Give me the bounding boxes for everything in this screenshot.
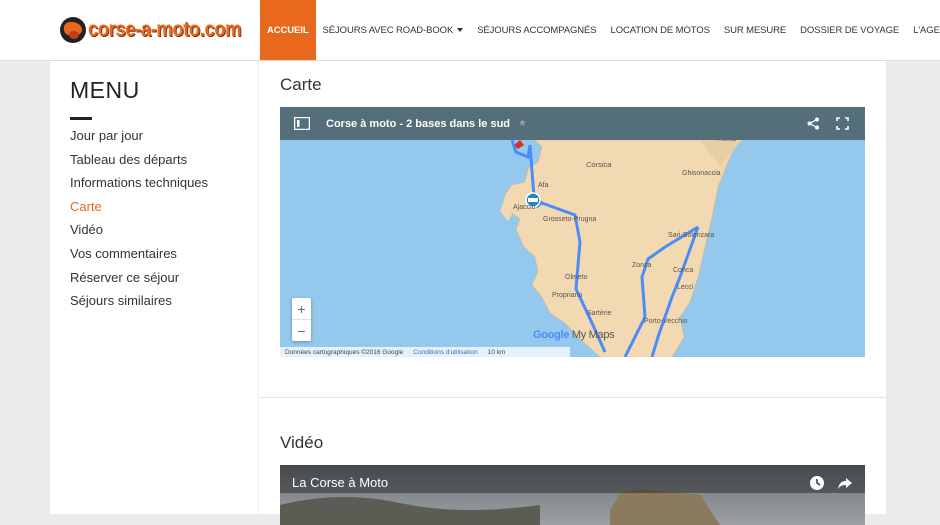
- sidebar-item-sejours-similaires[interactable]: Séjours similaires: [70, 289, 208, 313]
- sidebar-item-informations-techniques[interactable]: Informations techniques: [70, 171, 208, 195]
- map-label-conca: Conca: [673, 267, 693, 274]
- nav-item-agence[interactable]: L'AGENCE: [906, 0, 940, 60]
- nav-label: SÉJOURS ACCOMPAGNÉS: [477, 24, 597, 36]
- zoom-out-button[interactable]: −: [292, 319, 311, 341]
- map-scale: 10 km: [487, 348, 506, 356]
- map-label-sari-solenzara: Sari-Solenzara: [668, 232, 714, 239]
- nav-item-sur-mesure[interactable]: SUR MESURE: [717, 0, 793, 60]
- sidebar-item-jour-par-jour[interactable]: Jour par jour: [70, 124, 208, 148]
- mymaps-logo-text: My Maps: [571, 329, 615, 341]
- nav-label: SÉJOURS AVEC ROAD-BOOK: [322, 24, 454, 36]
- video-thumbnail: [280, 465, 865, 525]
- site-logo[interactable]: corse-a-moto.com: [60, 14, 262, 46]
- map-attribution: Données cartographiques ©2016 Google: [285, 348, 404, 356]
- zoom-in-button[interactable]: +: [292, 298, 311, 319]
- share-icon[interactable]: [837, 475, 853, 496]
- sidebar-item-carte[interactable]: Carte: [70, 195, 208, 219]
- google-logo-text: Google: [533, 329, 570, 341]
- sidebar-item-tableau-departs[interactable]: Tableau des départs: [70, 148, 208, 172]
- nav-label: LOCATION DE MOTOS: [610, 24, 710, 36]
- map-label-afa: Afa: [538, 182, 549, 189]
- logo-text: corse-a-moto.com: [88, 18, 242, 41]
- zoom-control: + −: [292, 298, 311, 341]
- map-label-sartene: Sartène: [587, 310, 612, 317]
- map-label-ghisonaccia: Ghisonaccia: [682, 170, 721, 177]
- map-label-zonza: Zonza: [632, 262, 652, 269]
- map-label-porto-vecchio: Porto-Vecchio: [644, 318, 688, 325]
- map-label-propriano: Propriano: [552, 292, 582, 299]
- map-title[interactable]: Corse à moto - 2 bases dans le sud: [326, 118, 510, 130]
- main-content: Carte Corsica Ghisonaccia Afa Ajaccio Gr…: [259, 61, 886, 525]
- logo-emblem-icon: [60, 17, 86, 43]
- top-navbar: corse-a-moto.com ACCUEIL SÉJOURS AVEC RO…: [0, 0, 940, 61]
- map-legend-toggle-icon[interactable]: [292, 114, 312, 134]
- sidebar-item-reserver[interactable]: Réserver ce séjour: [70, 266, 208, 290]
- embedded-video[interactable]: La Corse à Moto: [280, 465, 865, 525]
- section-title-video: Vidéo: [280, 433, 324, 452]
- sidebar-title: MENU: [70, 77, 140, 103]
- sidebar-item-video[interactable]: Vidéo: [70, 218, 208, 242]
- map-terms-link[interactable]: Conditions d'utilisation: [413, 349, 477, 356]
- sidebar-title-underline: [70, 117, 92, 120]
- map-attribution-bar: Données cartographiques ©2016 Google Con…: [280, 347, 570, 357]
- map-canvas[interactable]: Corsica Ghisonaccia Afa Ajaccio Grosseto…: [280, 107, 865, 357]
- google-mymaps-logo: Google My Maps: [533, 329, 615, 341]
- nav-item-location-motos[interactable]: LOCATION DE MOTOS: [604, 0, 717, 60]
- video-actions: [809, 475, 853, 496]
- video-title[interactable]: La Corse à Moto: [292, 475, 388, 490]
- nav-item-sejours-accompagnes[interactable]: SÉJOURS ACCOMPAGNÉS: [470, 0, 603, 60]
- sidebar-item-commentaires[interactable]: Vos commentaires: [70, 242, 208, 266]
- map-label-corsica: Corsica: [586, 160, 611, 169]
- sidebar: MENU Jour par jour Tableau des départs I…: [50, 61, 258, 514]
- section-title-carte: Carte: [280, 75, 322, 94]
- map-label-lecci: Lecci: [677, 284, 694, 291]
- main-menu: ACCUEIL SÉJOURS AVEC ROAD-BOOK SÉJOURS A…: [260, 0, 940, 60]
- caret-down-icon: [457, 28, 464, 32]
- nav-label: DOSSIER DE VOYAGE: [800, 24, 900, 36]
- map-label-olmeto: Olmeto: [565, 274, 588, 281]
- watch-later-icon[interactable]: [809, 475, 825, 496]
- nav-item-dossier-voyage[interactable]: DOSSIER DE VOYAGE: [793, 0, 906, 60]
- map-header-actions: [807, 117, 865, 130]
- map-label-ajaccio: Ajaccio: [513, 204, 536, 211]
- nav-item-accueil[interactable]: ACCUEIL: [260, 0, 316, 60]
- section-divider: [259, 397, 886, 398]
- nav-label: ACCUEIL: [267, 24, 309, 36]
- nav-label: L'AGENCE: [913, 24, 940, 36]
- embedded-map[interactable]: Corsica Ghisonaccia Afa Ajaccio Grosseto…: [280, 107, 865, 357]
- star-icon[interactable]: ★: [518, 118, 527, 129]
- map-label-grosseto: Grosseto-Prugna: [543, 216, 596, 223]
- share-icon[interactable]: [807, 117, 820, 130]
- nav-label: SUR MESURE: [723, 24, 787, 36]
- nav-item-sejours-road-book[interactable]: SÉJOURS AVEC ROAD-BOOK: [316, 0, 471, 60]
- sidebar-menu: Jour par jour Tableau des départs Inform…: [70, 124, 208, 313]
- map-header-bar: Corse à moto - 2 bases dans le sud ★: [280, 107, 865, 140]
- fullscreen-icon[interactable]: [836, 117, 849, 130]
